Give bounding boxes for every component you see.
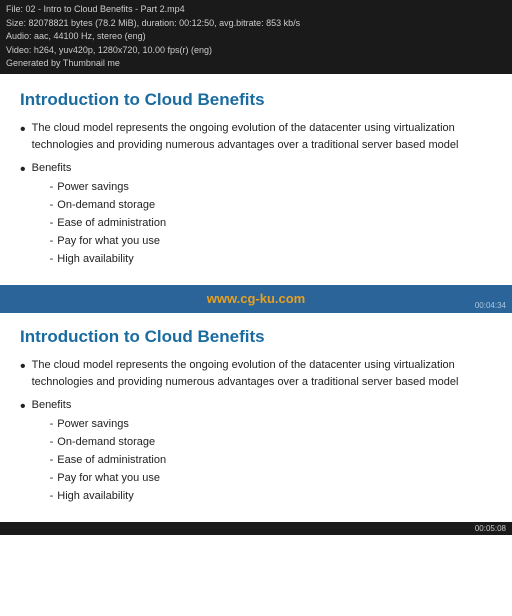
panel2-bullet1: • The cloud model represents the ongoing… <box>20 357 492 391</box>
file-info-line5: Generated by Thumbnail me <box>6 57 506 71</box>
sub-item-label: Power savings <box>57 179 129 196</box>
panel1-benefits-label: Benefits - Power savings - On-demand sto… <box>32 160 492 269</box>
sub-item-label: Ease of administration <box>57 215 166 232</box>
list-item: - Power savings <box>50 416 492 433</box>
list-item: - On-demand storage <box>50 434 492 451</box>
panel2-bullet2: • Benefits - Power savings - On-demand s… <box>20 397 492 506</box>
sub-item-label: Pay for what you use <box>57 470 160 487</box>
dash-icon: - <box>50 215 54 232</box>
dash-icon: - <box>50 470 54 487</box>
list-item: - High availability <box>50 251 492 268</box>
list-item: - High availability <box>50 488 492 505</box>
divider-timestamp: 00:04:34 <box>475 301 506 310</box>
top-panel: Introduction to Cloud Benefits • The clo… <box>0 74 512 285</box>
sub-item-label: On-demand storage <box>57 197 155 214</box>
panel1-para: The cloud model represents the ongoing e… <box>32 120 492 154</box>
dash-icon: - <box>50 251 54 268</box>
dash-icon: - <box>50 416 54 433</box>
panel1-bullet2: • Benefits - Power savings - On-demand s… <box>20 160 492 269</box>
file-info-line3: Audio: aac, 44100 Hz, stereo (eng) <box>6 30 506 44</box>
file-info-line4: Video: h264, yuv420p, 1280x720, 10.00 fp… <box>6 44 506 58</box>
panel2-para: The cloud model represents the ongoing e… <box>32 357 492 391</box>
sub-item-label: Ease of administration <box>57 452 166 469</box>
panel1-sub-list: - Power savings - On-demand storage - Ea… <box>50 179 492 268</box>
panel2-benefits-label: Benefits - Power savings - On-demand sto… <box>32 397 492 506</box>
panel1-bullet1: • The cloud model represents the ongoing… <box>20 120 492 154</box>
sub-item-label: High availability <box>57 488 133 505</box>
list-item: - On-demand storage <box>50 197 492 214</box>
sub-item-label: On-demand storage <box>57 434 155 451</box>
bottom-bar: 00:05:08 <box>0 522 512 535</box>
bullet-dot-3: • <box>20 357 26 378</box>
panel1-content: • The cloud model represents the ongoing… <box>20 120 492 269</box>
top-info-bar: File: 02 - Intro to Cloud Benefits - Par… <box>0 0 512 74</box>
list-item: - Pay for what you use <box>50 470 492 487</box>
bottom-timestamp: 00:05:08 <box>475 524 506 533</box>
bullet-dot-1: • <box>20 120 26 141</box>
dash-icon: - <box>50 197 54 214</box>
panel2-sub-list: - Power savings - On-demand storage - Ea… <box>50 416 492 505</box>
watermark-text: www.cg-ku.com <box>207 291 305 306</box>
list-item: - Ease of administration <box>50 215 492 232</box>
dash-icon: - <box>50 434 54 451</box>
bullet-dot-4: • <box>20 397 26 418</box>
divider-bar: www.cg-ku.com 00:04:34 <box>0 285 512 313</box>
list-item: - Ease of administration <box>50 452 492 469</box>
file-info-line1: File: 02 - Intro to Cloud Benefits - Par… <box>6 3 506 17</box>
bullet-dot-2: • <box>20 160 26 181</box>
dash-icon: - <box>50 452 54 469</box>
dash-icon: - <box>50 179 54 196</box>
panel2-content: • The cloud model represents the ongoing… <box>20 357 492 506</box>
sub-item-label: High availability <box>57 251 133 268</box>
bottom-panel: Introduction to Cloud Benefits • The clo… <box>0 313 512 522</box>
dash-icon: - <box>50 488 54 505</box>
file-info-line2: Size: 82078821 bytes (78.2 MiB), duratio… <box>6 17 506 31</box>
panel1-title: Introduction to Cloud Benefits <box>20 90 492 110</box>
list-item: - Power savings <box>50 179 492 196</box>
list-item: - Pay for what you use <box>50 233 492 250</box>
sub-item-label: Pay for what you use <box>57 233 160 250</box>
sub-item-label: Power savings <box>57 416 129 433</box>
dash-icon: - <box>50 233 54 250</box>
panel2-title: Introduction to Cloud Benefits <box>20 327 492 347</box>
